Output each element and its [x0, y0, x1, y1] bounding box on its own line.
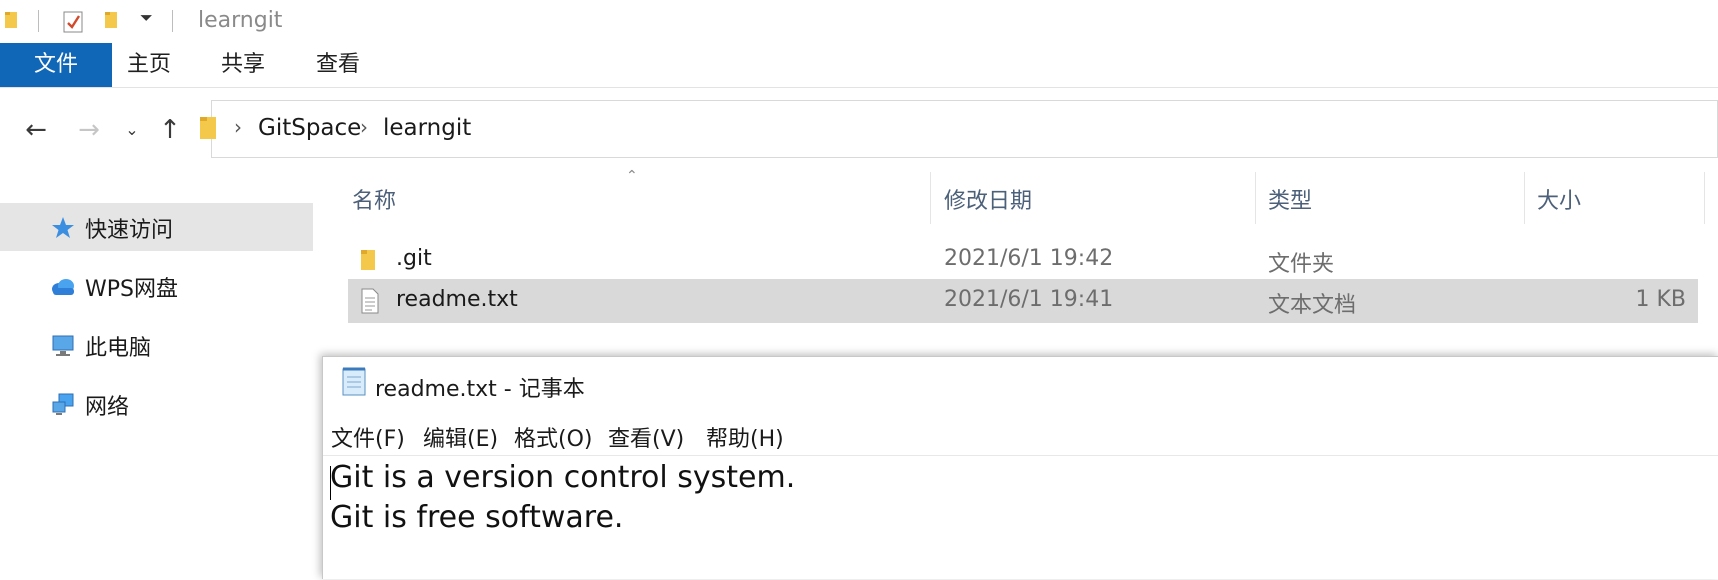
menu-file[interactable]: 文件(F) — [331, 421, 405, 453]
file-name: .git — [396, 246, 432, 271]
text-line: Git is free software. — [330, 500, 624, 535]
file-row[interactable]: readme.txt 2021/6/1 19:41 文本文档 1 KB — [348, 279, 1698, 323]
menu-help[interactable]: 帮助(H) — [706, 421, 784, 453]
navigation-pane: 快速访问 WPS网盘 此电脑 网络 — [0, 178, 318, 578]
file-type: 文本文档 — [1268, 293, 1357, 318]
sidebar-item-wps-drive[interactable]: WPS网盘 — [0, 262, 313, 310]
forward-arrow-icon[interactable]: → — [75, 116, 103, 144]
notepad-window: readme.txt - 记事本 文件(F) 编辑(E) 格式(O) 查看(V)… — [322, 356, 1718, 579]
file-name: readme.txt — [396, 287, 518, 312]
sidebar-item-quick-access[interactable]: 快速访问 — [0, 203, 313, 251]
file-date: 2021/6/1 19:42 — [944, 246, 1114, 271]
notepad-title: readme.txt - 记事本 — [375, 377, 585, 402]
sort-ascending-icon: ⌃ — [626, 168, 638, 184]
star-icon — [52, 217, 74, 238]
tab-share[interactable]: 共享 — [221, 43, 265, 87]
back-arrow-icon[interactable]: ← — [22, 116, 50, 144]
column-divider[interactable] — [1255, 172, 1256, 224]
file-date: 2021/6/1 19:41 — [944, 287, 1114, 312]
file-row[interactable]: .git 2021/6/1 19:42 文件夹 — [348, 238, 1698, 282]
ribbon-tabs: 文件 主页 共享 查看 — [0, 43, 1718, 88]
cloud-icon — [52, 279, 74, 295]
address-bar[interactable]: › GitSpace › learngit — [200, 100, 1718, 158]
breadcrumb-learngit[interactable]: learngit — [383, 115, 471, 141]
column-header-name[interactable]: 名称 — [352, 183, 396, 215]
menu-edit[interactable]: 编辑(E) — [423, 421, 498, 453]
column-header-type[interactable]: 类型 — [1268, 183, 1312, 215]
notepad-app-icon — [342, 367, 366, 396]
file-type: 文件夹 — [1268, 252, 1335, 277]
properties-icon[interactable] — [62, 10, 84, 34]
customize-toolbar-icon[interactable]: ⏷ — [140, 8, 153, 28]
breadcrumb-gitspace[interactable]: GitSpace — [258, 115, 361, 141]
sidebar-item-this-pc[interactable]: 此电脑 — [0, 321, 313, 369]
folder-icon — [200, 117, 216, 139]
recent-locations-chevron-icon[interactable]: ⌄ — [118, 116, 146, 144]
window-title: learngit — [198, 8, 283, 33]
folder-icon[interactable] — [4, 10, 20, 30]
tab-file[interactable]: 文件 — [0, 43, 112, 87]
column-divider[interactable] — [930, 172, 931, 224]
sidebar-item-network[interactable]: 网络 — [0, 380, 313, 428]
file-size: 1 KB — [1635, 287, 1686, 312]
menu-format[interactable]: 格式(O) — [514, 421, 592, 453]
up-arrow-icon[interactable]: ↑ — [156, 116, 184, 144]
breadcrumb-chevron-icon[interactable]: › — [360, 115, 368, 139]
computer-icon — [52, 335, 74, 356]
notepad-text-area[interactable]: Git is a version control system. Git is … — [323, 455, 1718, 580]
sidebar-item-label: 此电脑 — [85, 336, 152, 361]
menu-view[interactable]: 查看(V) — [608, 421, 684, 453]
network-icon — [52, 393, 74, 415]
tab-home[interactable]: 主页 — [127, 43, 171, 87]
breadcrumb-chevron-icon[interactable]: › — [234, 115, 242, 139]
column-divider[interactable] — [1524, 172, 1525, 224]
toolbar-divider — [38, 10, 39, 32]
sidebar-item-label: 快速访问 — [85, 218, 174, 243]
navigation-bar: ← → ⌄ ↑ › GitSpace › learngit — [0, 96, 1718, 166]
sidebar-item-label: WPS网盘 — [85, 277, 178, 302]
new-folder-icon[interactable] — [104, 10, 120, 30]
quick-access-toolbar: ⏷ learngit — [0, 0, 1718, 42]
tab-view[interactable]: 查看 — [316, 43, 360, 87]
text-line: Git is a version control system. — [330, 460, 796, 495]
sidebar-item-label: 网络 — [85, 395, 130, 420]
column-header-date[interactable]: 修改日期 — [944, 183, 1032, 215]
text-file-icon — [361, 288, 379, 314]
column-divider[interactable] — [1704, 172, 1705, 224]
toolbar-divider — [172, 10, 173, 32]
folder-icon — [361, 250, 375, 270]
column-header-size[interactable]: 大小 — [1537, 183, 1581, 215]
